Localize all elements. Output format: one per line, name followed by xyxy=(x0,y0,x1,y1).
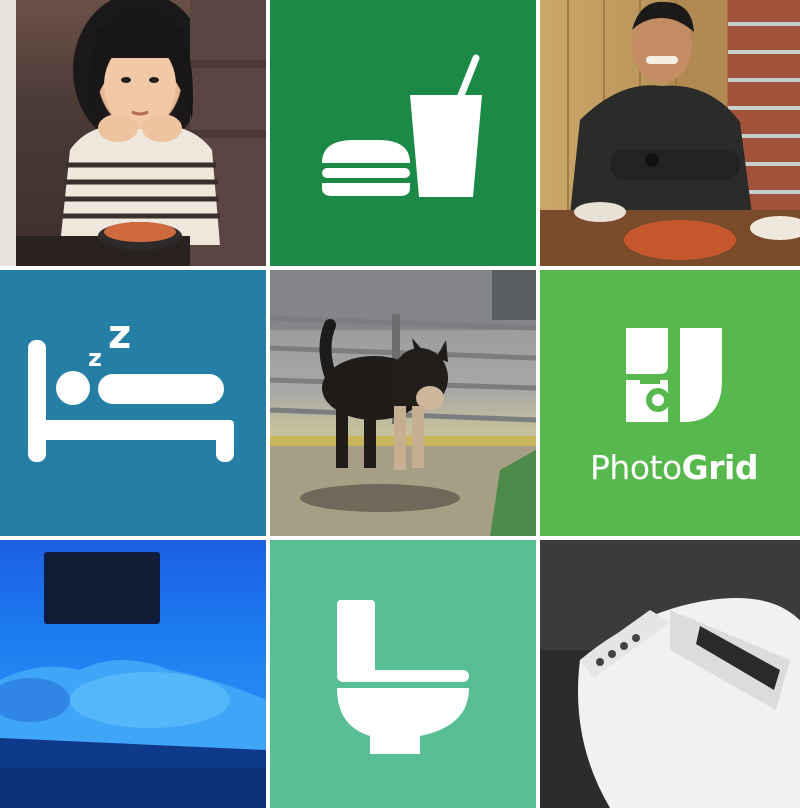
toilet-icon-tile xyxy=(270,540,536,808)
photo-laughing-man xyxy=(540,0,800,266)
photogrid-logo-icon xyxy=(626,328,722,422)
sleeping-bed-icon: z z xyxy=(28,312,234,462)
dog-photo-drawing xyxy=(270,270,536,536)
svg-text:z: z xyxy=(108,312,131,358)
toilet-icon xyxy=(337,600,469,754)
sleeping-person-photo-drawing xyxy=(0,552,266,808)
burger-and-drink-icon xyxy=(322,54,482,197)
photogrid-logo-text: PhotoGrid xyxy=(540,448,800,487)
svg-text:z: z xyxy=(88,344,102,372)
logo-text-bold: Grid xyxy=(681,448,759,487)
photo-collage-grid: z z PhotoGrid xyxy=(0,0,800,808)
photo-bidet-toilet-seat xyxy=(540,540,800,808)
bidet-photo-drawing xyxy=(540,540,800,808)
man-photo-drawing xyxy=(540,0,800,266)
photo-person-sleeping-blue xyxy=(0,540,266,808)
photogrid-logo-tile: PhotoGrid xyxy=(540,270,800,536)
photo-husky-dog xyxy=(270,270,536,536)
girl-photo-drawing xyxy=(0,0,266,266)
sleep-icon-tile: z z xyxy=(0,270,266,536)
logo-text-light: Photo xyxy=(590,448,682,487)
photo-girl-with-soup xyxy=(0,0,266,266)
food-icon-tile xyxy=(270,0,536,266)
